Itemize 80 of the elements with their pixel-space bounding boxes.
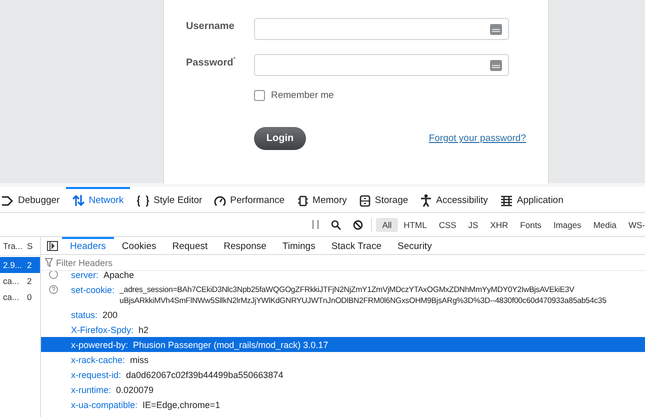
filter-button[interactable]: CSS [432, 218, 462, 232]
header-row[interactable]: status: 200 [41, 307, 645, 322]
block-icon[interactable] [353, 220, 364, 230]
column-header[interactable]: Tra... [0, 241, 27, 251]
filter-button[interactable]: All [376, 218, 398, 232]
header-name: x-request-id: [71, 368, 122, 380]
devtools-tab[interactable]: Performance [208, 187, 291, 212]
detail-tab[interactable]: Headers [62, 237, 114, 254]
request-row[interactable]: 2.9... 2 [0, 257, 40, 273]
filter-button[interactable]: WS- [622, 218, 645, 232]
field-label: Username [186, 20, 236, 34]
help-icon [49, 285, 58, 294]
key-icon [490, 60, 502, 70]
header-name: x-runtime: [71, 384, 112, 396]
person-icon [420, 194, 432, 207]
input-field[interactable] [254, 18, 509, 40]
header-row[interactable]: server: Apache [41, 271, 645, 282]
devtools-tab[interactable]: Memory [290, 187, 353, 212]
search-icon[interactable] [331, 220, 342, 230]
header-row[interactable]: x-powered-by: Phusion Passenger (mod_rails/mod_rack) 3.0.17 [41, 337, 645, 352]
braces-icon [136, 194, 150, 206]
devtools-tab[interactable]: Storage [352, 187, 414, 212]
header-row[interactable]: x-runtime: 0.020079 [41, 382, 645, 397]
input-field[interactable] [254, 54, 509, 76]
detail-tab[interactable]: Security [390, 237, 440, 254]
debugger-icon [2, 194, 14, 206]
forgot-password-link[interactable]: Forgot your password? [428, 133, 526, 144]
remember-label: Remember me [271, 90, 334, 101]
header-name: server: [71, 271, 99, 280]
grid-icon [500, 194, 513, 206]
header-name: x-ua-compatible: [71, 398, 138, 410]
request-row[interactable]: ca... 2 [0, 273, 40, 289]
filter-button[interactable]: XHR [484, 218, 514, 232]
header-value: Apache [104, 271, 134, 280]
chip-icon [296, 194, 309, 206]
arrows-icon [72, 194, 85, 207]
sidebar-toggle-icon[interactable] [47, 240, 58, 250]
devtools-tab[interactable]: Accessibility [414, 187, 494, 212]
filter-button[interactable]: Images [547, 218, 588, 232]
filter-button[interactable]: Fonts [514, 218, 548, 232]
field-label: Password$^{*}$ [186, 56, 237, 70]
header-value: da0d62067c02f39b44499ba550663874 [126, 368, 284, 380]
header-row[interactable]: x-ua-compatible: IE=Edge,chrome=1 [41, 397, 645, 412]
filter-button[interactable]: Media [587, 218, 622, 232]
filter-button[interactable]: HTML [398, 218, 433, 232]
header-value: 200 [102, 308, 118, 320]
header-value: IE=Edge,chrome=1 [142, 398, 220, 410]
header-row[interactable]: x-request-id: da0d62067c02f39b44499ba550663874 [41, 367, 645, 382]
login-button[interactable]: Login [254, 127, 306, 150]
devtools-tab[interactable]: Application [494, 187, 570, 212]
header-value: Phusion Passenger (mod_rails/mod_rack) 3.0.17 [133, 338, 328, 350]
header-row[interactable]: x-rack-cache: miss [41, 352, 645, 367]
header-value: 0.020079 [116, 384, 154, 396]
filter-button[interactable]: JS [462, 218, 484, 232]
detail-tab[interactable]: Timings [274, 237, 324, 254]
header-name: x-rack-cache: [71, 354, 126, 366]
key-icon [490, 24, 502, 34]
detail-tab[interactable]: Response [216, 237, 274, 254]
storage-icon [358, 194, 371, 206]
header-name: X-Firefox-Spdy: [71, 324, 134, 336]
devtools-tab[interactable]: Network [66, 187, 130, 212]
devtools-tab[interactable]: Debugger [0, 187, 66, 212]
header-value: h2 [138, 324, 149, 336]
header-value: miss [130, 354, 149, 366]
header-name: set-cookie: [71, 284, 115, 296]
detail-tab[interactable]: Stack Trace [323, 237, 390, 254]
info-icon [49, 271, 58, 279]
filter-headers-field[interactable]: Filter Headers [56, 258, 256, 268]
filter-icon [45, 258, 53, 267]
detail-tab[interactable]: Cookies [114, 237, 164, 254]
header-row[interactable]: X-Firefox-Spdy: h2 [41, 322, 645, 337]
column-header[interactable]: S [27, 241, 37, 251]
header-name: status: [71, 308, 98, 320]
devtools-tab[interactable]: Style Editor [130, 187, 208, 212]
pause-icon[interactable] [312, 220, 320, 229]
gauge-icon [214, 194, 226, 206]
request-row[interactable]: ca... 0 [0, 289, 40, 305]
remember-checkbox[interactable] [254, 90, 265, 101]
detail-tab[interactable]: Request [164, 237, 216, 254]
header-name: x-powered-by: [71, 338, 128, 350]
